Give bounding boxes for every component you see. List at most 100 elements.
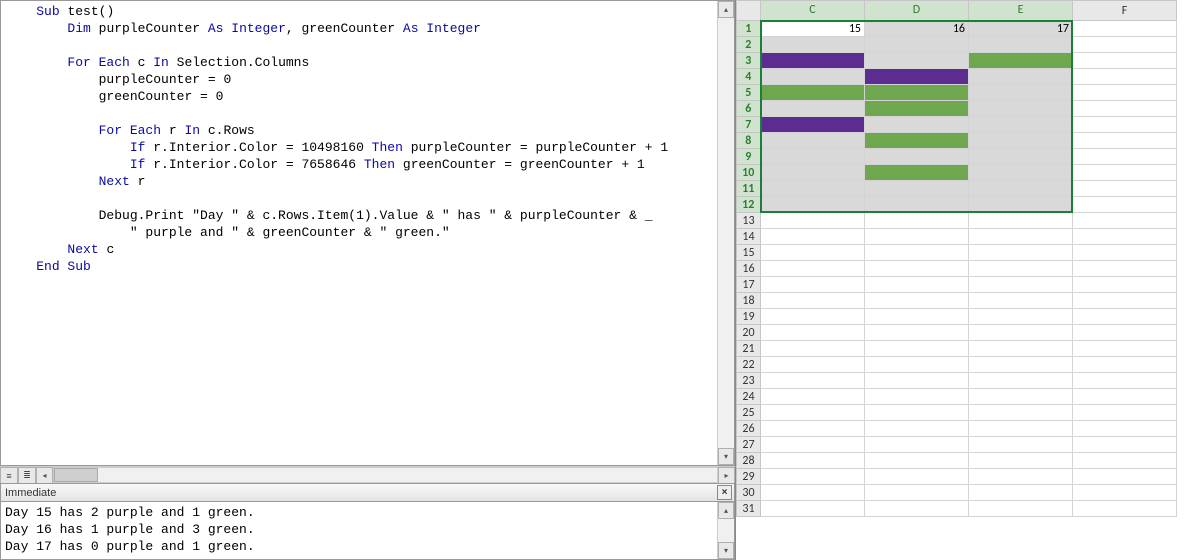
- cell-E14[interactable]: [969, 229, 1073, 245]
- cell-D3[interactable]: [865, 53, 969, 69]
- cell-C26[interactable]: [761, 421, 865, 437]
- row-header-31[interactable]: 31: [737, 501, 761, 517]
- cell-E11[interactable]: [969, 181, 1073, 197]
- cell-C13[interactable]: [761, 213, 865, 229]
- cell-C25[interactable]: [761, 405, 865, 421]
- cell-F18[interactable]: [1073, 293, 1177, 309]
- cell-F12[interactable]: [1073, 197, 1177, 213]
- code-vertical-scrollbar[interactable]: ▴ ▾: [717, 1, 734, 465]
- cell-C15[interactable]: [761, 245, 865, 261]
- full-module-view-button[interactable]: ≣: [18, 467, 36, 484]
- cell-C3[interactable]: [761, 53, 865, 69]
- cell-C17[interactable]: [761, 277, 865, 293]
- spreadsheet-grid[interactable]: CDEF115161723456789101112131415161718192…: [736, 0, 1177, 517]
- close-icon[interactable]: ×: [717, 485, 732, 500]
- code-editor[interactable]: Sub test() Dim purpleCounter As Integer,…: [0, 0, 735, 466]
- immediate-window-header[interactable]: Immediate ×: [0, 483, 735, 502]
- row-header-20[interactable]: 20: [737, 325, 761, 341]
- cell-D22[interactable]: [865, 357, 969, 373]
- cell-C6[interactable]: [761, 101, 865, 117]
- cell-C20[interactable]: [761, 325, 865, 341]
- cell-E21[interactable]: [969, 341, 1073, 357]
- row-header-7[interactable]: 7: [737, 117, 761, 133]
- row-header-14[interactable]: 14: [737, 229, 761, 245]
- cell-D28[interactable]: [865, 453, 969, 469]
- row-header-17[interactable]: 17: [737, 277, 761, 293]
- scroll-left-arrow-icon[interactable]: ◂: [36, 467, 53, 484]
- cell-D27[interactable]: [865, 437, 969, 453]
- cell-C31[interactable]: [761, 501, 865, 517]
- cell-F8[interactable]: [1073, 133, 1177, 149]
- cell-F21[interactable]: [1073, 341, 1177, 357]
- cell-C19[interactable]: [761, 309, 865, 325]
- cell-F3[interactable]: [1073, 53, 1177, 69]
- cell-E25[interactable]: [969, 405, 1073, 421]
- row-header-8[interactable]: 8: [737, 133, 761, 149]
- cell-D25[interactable]: [865, 405, 969, 421]
- cell-E8[interactable]: [969, 133, 1073, 149]
- row-header-30[interactable]: 30: [737, 485, 761, 501]
- row-header-22[interactable]: 22: [737, 357, 761, 373]
- cell-D20[interactable]: [865, 325, 969, 341]
- cell-F14[interactable]: [1073, 229, 1177, 245]
- cell-D26[interactable]: [865, 421, 969, 437]
- row-header-2[interactable]: 2: [737, 37, 761, 53]
- cell-C4[interactable]: [761, 69, 865, 85]
- row-header-4[interactable]: 4: [737, 69, 761, 85]
- procedure-view-button[interactable]: ≡: [0, 467, 18, 484]
- cell-F16[interactable]: [1073, 261, 1177, 277]
- cell-D16[interactable]: [865, 261, 969, 277]
- code-content[interactable]: Sub test() Dim purpleCounter As Integer,…: [1, 1, 717, 465]
- cell-F23[interactable]: [1073, 373, 1177, 389]
- cell-F1[interactable]: [1073, 21, 1177, 37]
- cell-F17[interactable]: [1073, 277, 1177, 293]
- cell-F9[interactable]: [1073, 149, 1177, 165]
- cell-D4[interactable]: [865, 69, 969, 85]
- row-header-15[interactable]: 15: [737, 245, 761, 261]
- cell-F20[interactable]: [1073, 325, 1177, 341]
- cell-E10[interactable]: [969, 165, 1073, 181]
- cell-D23[interactable]: [865, 373, 969, 389]
- cell-E20[interactable]: [969, 325, 1073, 341]
- cell-D2[interactable]: [865, 37, 969, 53]
- cell-E18[interactable]: [969, 293, 1073, 309]
- cell-D31[interactable]: [865, 501, 969, 517]
- cell-F19[interactable]: [1073, 309, 1177, 325]
- cell-E19[interactable]: [969, 309, 1073, 325]
- row-header-11[interactable]: 11: [737, 181, 761, 197]
- immediate-content[interactable]: Day 15 has 2 purple and 1 green. Day 16 …: [1, 502, 717, 559]
- cell-D21[interactable]: [865, 341, 969, 357]
- cell-F2[interactable]: [1073, 37, 1177, 53]
- row-header-16[interactable]: 16: [737, 261, 761, 277]
- cell-C29[interactable]: [761, 469, 865, 485]
- cell-E17[interactable]: [969, 277, 1073, 293]
- cell-C14[interactable]: [761, 229, 865, 245]
- cell-F27[interactable]: [1073, 437, 1177, 453]
- cell-D9[interactable]: [865, 149, 969, 165]
- cell-D11[interactable]: [865, 181, 969, 197]
- scroll-down-arrow-icon[interactable]: ▾: [718, 542, 734, 559]
- cell-C27[interactable]: [761, 437, 865, 453]
- cell-C28[interactable]: [761, 453, 865, 469]
- cell-C5[interactable]: [761, 85, 865, 101]
- cell-C24[interactable]: [761, 389, 865, 405]
- row-header-25[interactable]: 25: [737, 405, 761, 421]
- cell-F15[interactable]: [1073, 245, 1177, 261]
- cell-D5[interactable]: [865, 85, 969, 101]
- cell-E28[interactable]: [969, 453, 1073, 469]
- cell-E13[interactable]: [969, 213, 1073, 229]
- scroll-right-arrow-icon[interactable]: ▸: [718, 467, 735, 484]
- cell-F13[interactable]: [1073, 213, 1177, 229]
- cell-D14[interactable]: [865, 229, 969, 245]
- cell-D19[interactable]: [865, 309, 969, 325]
- column-header-F[interactable]: F: [1073, 1, 1177, 21]
- cell-E24[interactable]: [969, 389, 1073, 405]
- cell-E31[interactable]: [969, 501, 1073, 517]
- cell-E30[interactable]: [969, 485, 1073, 501]
- row-header-21[interactable]: 21: [737, 341, 761, 357]
- cell-F11[interactable]: [1073, 181, 1177, 197]
- cell-E22[interactable]: [969, 357, 1073, 373]
- row-header-28[interactable]: 28: [737, 453, 761, 469]
- cell-E2[interactable]: [969, 37, 1073, 53]
- cell-F29[interactable]: [1073, 469, 1177, 485]
